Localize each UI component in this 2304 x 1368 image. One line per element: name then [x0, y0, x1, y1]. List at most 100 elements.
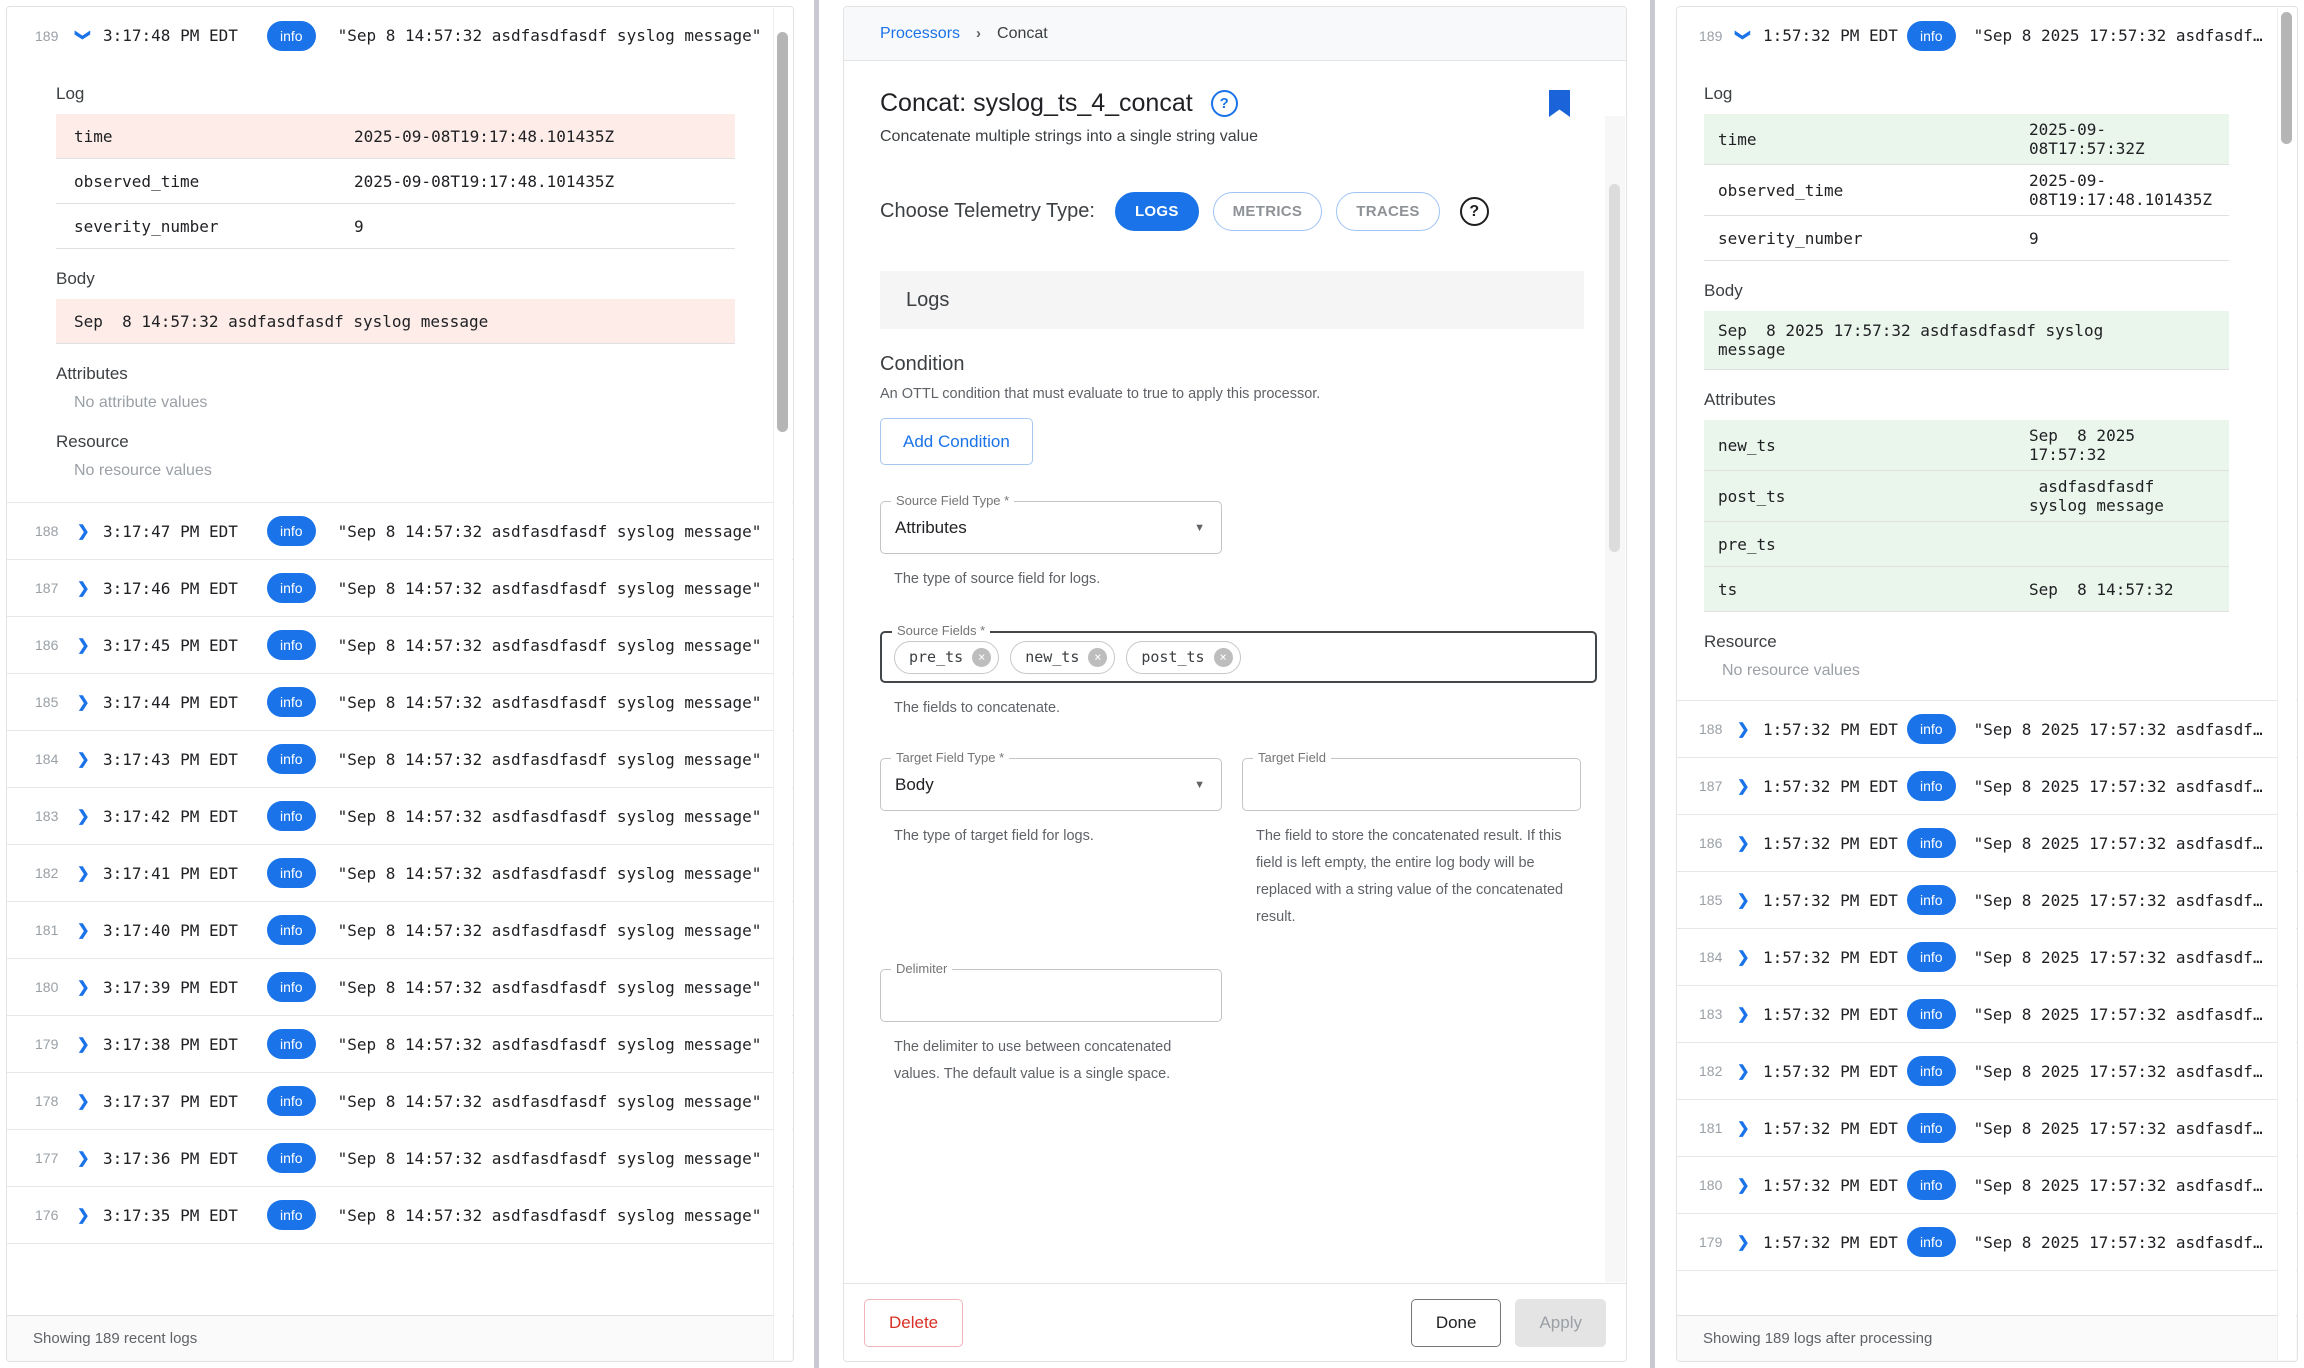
apply-button[interactable]: Apply	[1515, 1299, 1606, 1347]
log-row[interactable]: 186❯1:57:32 PM EDTinfo"Sep 8 2025 17:57:…	[1677, 815, 2297, 872]
left-scrollbar-thumb[interactable]	[777, 32, 788, 432]
log-row[interactable]: 188❯1:57:32 PM EDTinfo"Sep 8 2025 17:57:…	[1677, 701, 2297, 758]
add-condition-button[interactable]: Add Condition	[880, 418, 1033, 465]
chevron-right-icon[interactable]: ❯	[77, 922, 90, 939]
chevron-right-icon[interactable]: ❯	[77, 1093, 90, 1110]
chevron-right-icon[interactable]: ❯	[77, 523, 90, 540]
chevron-right-icon[interactable]: ❯	[1737, 1063, 1750, 1080]
chevron-right-icon[interactable]: ❯	[77, 1150, 90, 1167]
chevron-down-icon[interactable]: ❯	[74, 29, 92, 42]
chip-remove-icon[interactable]: ×	[1088, 648, 1107, 667]
log-row-expanded[interactable]: 189 ❯ 1:57:32 PM EDT info "Sep 8 2025 17…	[1677, 7, 2297, 64]
processed-logs-list[interactable]: 189 ❯ 1:57:32 PM EDT info "Sep 8 2025 17…	[1677, 7, 2297, 1315]
chevron-right-icon[interactable]: ❯	[1737, 1234, 1750, 1251]
editor-scrollbar-thumb[interactable]	[1609, 184, 1620, 552]
chevron-right-icon[interactable]: ❯	[1737, 1006, 1750, 1023]
chevron-right-icon[interactable]: ❯	[77, 1036, 90, 1053]
log-row[interactable]: 179❯1:57:32 PM EDTinfo"Sep 8 2025 17:57:…	[1677, 1214, 2297, 1271]
right-scrollbar-track[interactable]	[2277, 8, 2296, 1360]
telemetry-help-icon[interactable]: ?	[1460, 197, 1489, 226]
log-row-number: 184	[35, 751, 77, 767]
target-field-type-value: Body	[895, 775, 934, 795]
telemetry-option-logs[interactable]: LOGS	[1115, 192, 1199, 231]
log-row[interactable]: 181❯3:17:40 PM EDTinfo"Sep 8 14:57:32 as…	[7, 902, 793, 959]
chip-remove-icon[interactable]: ×	[972, 648, 991, 667]
chevron-right-icon[interactable]: ❯	[77, 1207, 90, 1224]
log-row[interactable]: 183❯3:17:42 PM EDTinfo"Sep 8 14:57:32 as…	[7, 788, 793, 845]
log-row[interactable]: 179❯3:17:38 PM EDTinfo"Sep 8 14:57:32 as…	[7, 1016, 793, 1073]
chevron-down-icon[interactable]: ❯	[1734, 29, 1752, 42]
log-row[interactable]: 186❯3:17:45 PM EDTinfo"Sep 8 14:57:32 as…	[7, 617, 793, 674]
severity-badge: info	[267, 21, 316, 51]
done-button[interactable]: Done	[1411, 1299, 1502, 1347]
chevron-right-icon[interactable]: ❯	[77, 694, 90, 711]
severity-badge: info	[267, 687, 316, 717]
recent-logs-list[interactable]: 189 ❯ 3:17:48 PM EDT info "Sep 8 14:57:3…	[7, 7, 793, 1315]
source-field-type-select[interactable]: Source Field Type * Attributes ▼	[880, 501, 1222, 554]
log-timestamp: 1:57:32 PM EDT	[1763, 834, 1907, 853]
log-row[interactable]: 187❯3:17:46 PM EDTinfo"Sep 8 14:57:32 as…	[7, 560, 793, 617]
panel-splitter-right[interactable]	[1650, 0, 1655, 1368]
log-row[interactable]: 182❯1:57:32 PM EDTinfo"Sep 8 2025 17:57:…	[1677, 1043, 2297, 1100]
source-field-chip[interactable]: pre_ts×	[894, 641, 999, 674]
chevron-right-icon[interactable]: ❯	[1737, 892, 1750, 909]
log-row[interactable]: 185❯3:17:44 PM EDTinfo"Sep 8 14:57:32 as…	[7, 674, 793, 731]
log-row[interactable]: 183❯1:57:32 PM EDTinfo"Sep 8 2025 17:57:…	[1677, 986, 2297, 1043]
log-row-number: 185	[35, 694, 77, 710]
source-field-chip[interactable]: new_ts×	[1010, 641, 1115, 674]
help-icon[interactable]: ?	[1211, 90, 1238, 117]
chevron-right-icon[interactable]: ❯	[1737, 1177, 1750, 1194]
right-scrollbar-thumb[interactable]	[2281, 12, 2292, 144]
delimiter-input[interactable]: Delimiter	[880, 969, 1222, 1022]
log-row[interactable]: 180❯3:17:39 PM EDTinfo"Sep 8 14:57:32 as…	[7, 959, 793, 1016]
log-row[interactable]: 184❯3:17:43 PM EDTinfo"Sep 8 14:57:32 as…	[7, 731, 793, 788]
log-row[interactable]: 177❯3:17:36 PM EDTinfo"Sep 8 14:57:32 as…	[7, 1130, 793, 1187]
left-scrollbar-track[interactable]	[773, 8, 792, 1360]
target-field-type-select[interactable]: Target Field Type * Body ▼	[880, 758, 1222, 811]
log-row[interactable]: 188❯3:17:47 PM EDTinfo"Sep 8 14:57:32 as…	[7, 503, 793, 560]
target-field-input[interactable]: Target Field	[1242, 758, 1581, 811]
chevron-right-icon[interactable]: ❯	[77, 637, 90, 654]
dropdown-arrow-icon[interactable]: ▼	[1194, 522, 1205, 534]
severity-badge: info	[1907, 1227, 1956, 1257]
log-row[interactable]: 184❯1:57:32 PM EDTinfo"Sep 8 2025 17:57:…	[1677, 929, 2297, 986]
log-row[interactable]: 178❯3:17:37 PM EDTinfo"Sep 8 14:57:32 as…	[7, 1073, 793, 1130]
breadcrumb-processors-link[interactable]: Processors	[880, 25, 960, 43]
chevron-right-icon[interactable]: ❯	[77, 580, 90, 597]
chevron-right-icon[interactable]: ❯	[77, 979, 90, 996]
chevron-right-icon[interactable]: ❯	[1737, 721, 1750, 738]
bookmark-icon[interactable]	[1549, 90, 1570, 117]
log-row[interactable]: 176❯3:17:35 PM EDTinfo"Sep 8 14:57:32 as…	[7, 1187, 793, 1244]
log-message: "Sep 8 2025 17:57:32 asdfasdfasdf syslog…	[1974, 720, 2297, 739]
chevron-right-icon[interactable]: ❯	[77, 865, 90, 882]
chevron-right-icon[interactable]: ❯	[1737, 835, 1750, 852]
chevron-right-icon[interactable]: ❯	[1737, 1120, 1750, 1137]
log-fields-table: time2025-09-08T17:57:32Zobserved_time202…	[1704, 114, 2229, 261]
log-row-expanded[interactable]: 189 ❯ 3:17:48 PM EDT info "Sep 8 14:57:3…	[7, 7, 793, 64]
field-value: 9	[2029, 229, 2199, 248]
log-message: "Sep 8 14:57:32 asdfasdfasdf syslog mess…	[338, 1149, 793, 1168]
telemetry-option-metrics[interactable]: METRICS	[1213, 192, 1323, 231]
log-row[interactable]: 187❯1:57:32 PM EDTinfo"Sep 8 2025 17:57:…	[1677, 758, 2297, 815]
log-row[interactable]: 185❯1:57:32 PM EDTinfo"Sep 8 2025 17:57:…	[1677, 872, 2297, 929]
source-fields-input[interactable]: Source Fields * pre_ts×new_ts×post_ts×	[880, 631, 1597, 683]
log-row[interactable]: 182❯3:17:41 PM EDTinfo"Sep 8 14:57:32 as…	[7, 845, 793, 902]
log-row[interactable]: 181❯1:57:32 PM EDTinfo"Sep 8 2025 17:57:…	[1677, 1100, 2297, 1157]
log-row[interactable]: 180❯1:57:32 PM EDTinfo"Sep 8 2025 17:57:…	[1677, 1157, 2297, 1214]
log-message: "Sep 8 2025 17:57:32 asdfasdfasdf syslog…	[1974, 1119, 2297, 1138]
severity-badge: info	[267, 573, 316, 603]
chip-remove-icon[interactable]: ×	[1214, 648, 1233, 667]
dropdown-arrow-icon[interactable]: ▼	[1194, 779, 1205, 791]
severity-badge: info	[267, 858, 316, 888]
panel-splitter-left[interactable]	[814, 0, 819, 1368]
log-detail: Log time2025-09-08T17:57:32Zobserved_tim…	[1677, 84, 2297, 701]
target-field-type-helper: The type of target field for logs.	[894, 823, 1222, 850]
chevron-right-icon[interactable]: ❯	[1737, 949, 1750, 966]
chevron-right-icon[interactable]: ❯	[1737, 778, 1750, 795]
editor-scrollbar-track[interactable]	[1605, 116, 1625, 1282]
delete-button[interactable]: Delete	[864, 1299, 963, 1347]
chevron-right-icon[interactable]: ❯	[77, 751, 90, 768]
chevron-right-icon[interactable]: ❯	[77, 808, 90, 825]
telemetry-option-traces[interactable]: TRACES	[1336, 192, 1439, 231]
source-field-chip[interactable]: post_ts×	[1126, 641, 1240, 674]
